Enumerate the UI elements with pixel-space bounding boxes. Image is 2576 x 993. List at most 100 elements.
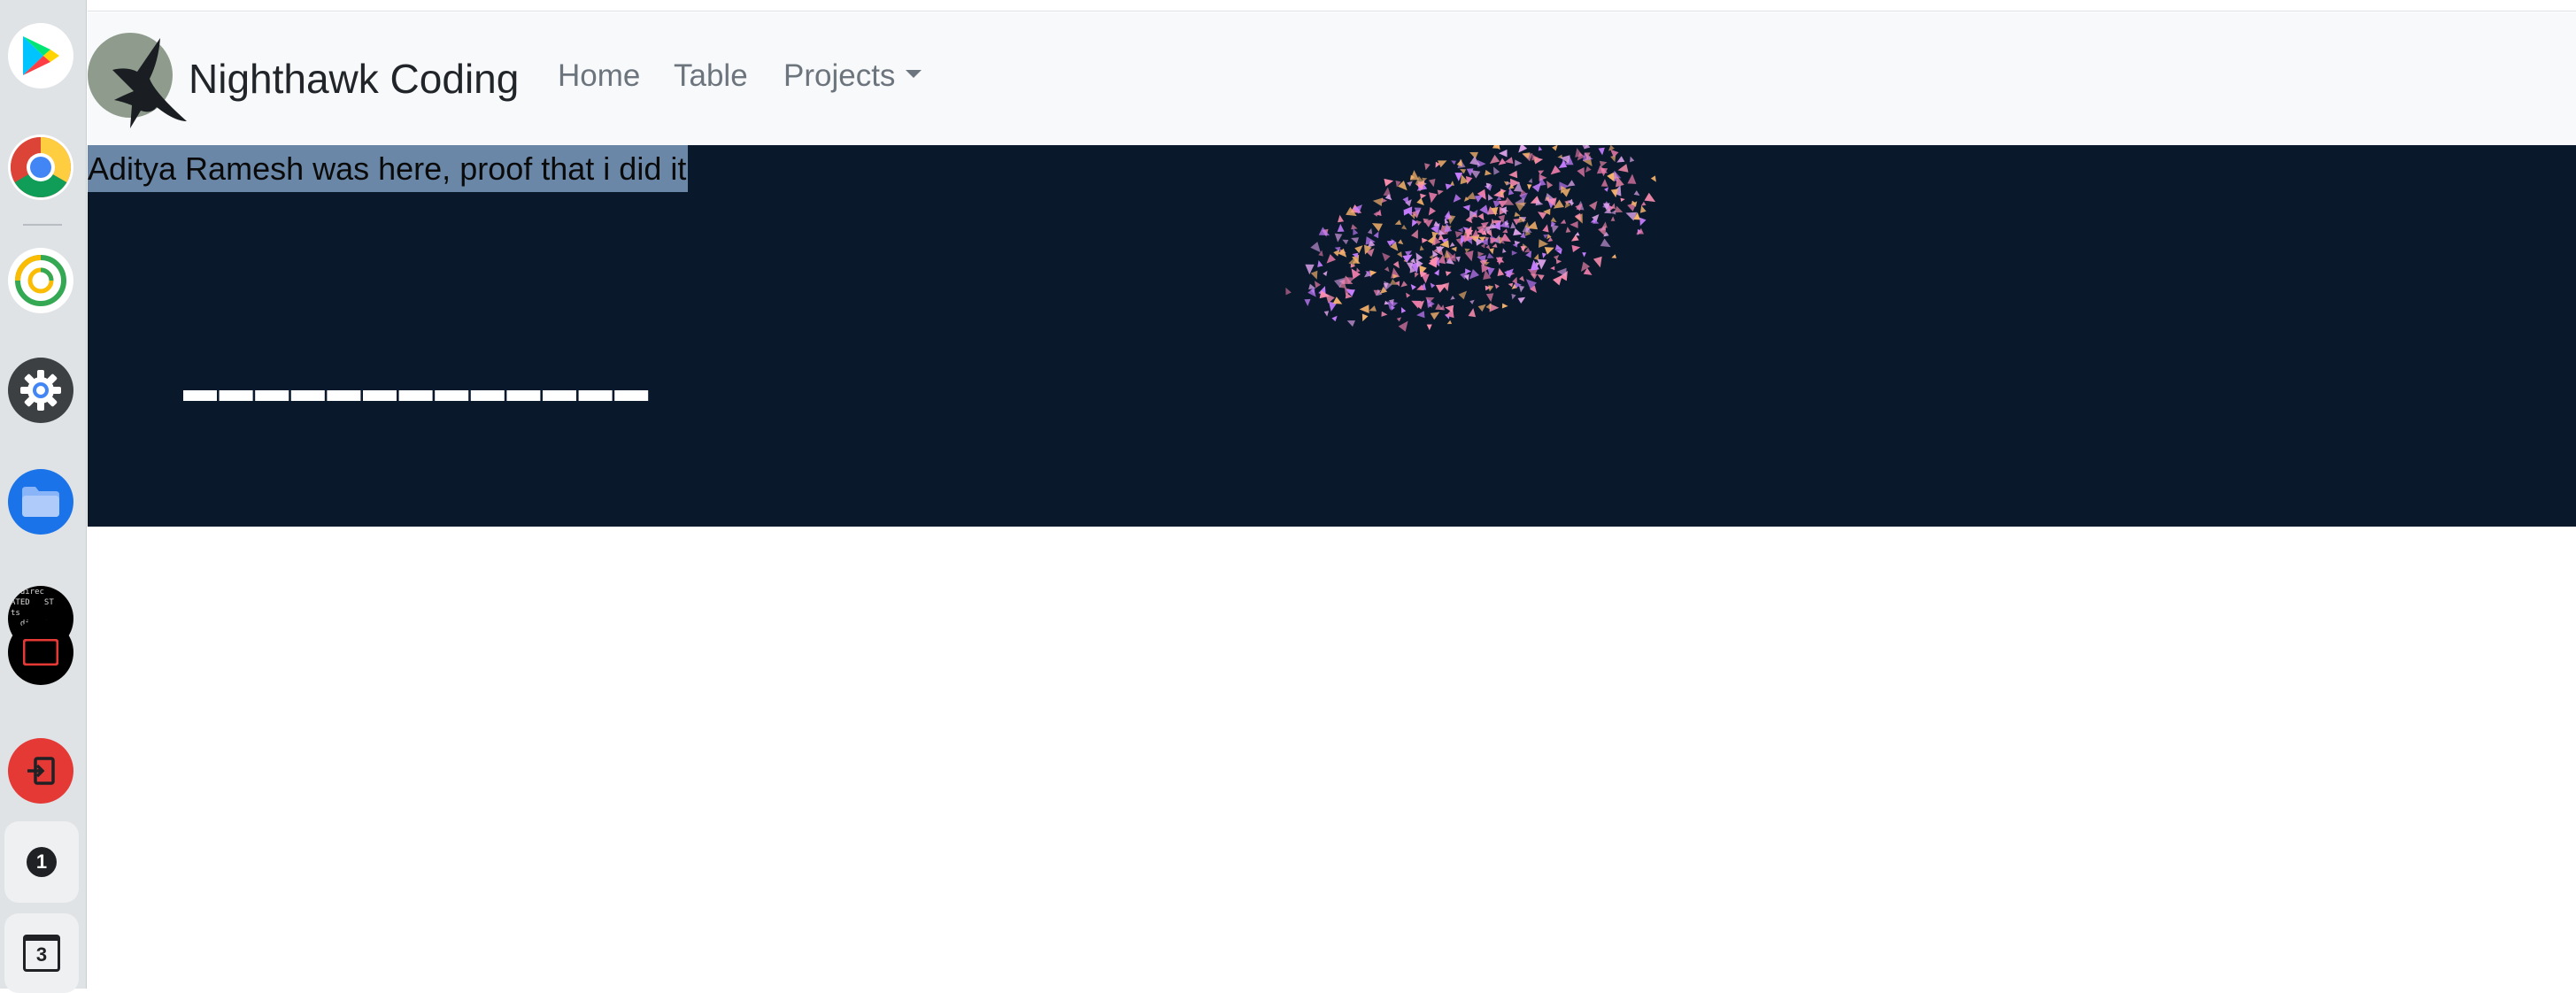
- flock-particle: [1398, 320, 1408, 332]
- flock-particle: [1544, 247, 1554, 255]
- dash-segment: [578, 390, 613, 401]
- flock-particle: [1390, 279, 1398, 285]
- desk-3-badge: 3: [23, 935, 60, 972]
- flock-particle: [1458, 290, 1468, 300]
- flock-particle: [1498, 158, 1507, 166]
- nighthawk-logo[interactable]: [88, 29, 194, 135]
- settings-gear-icon[interactable]: [8, 358, 73, 423]
- brand-name[interactable]: Nighthawk Coding: [189, 55, 519, 103]
- flock-particle: [1550, 266, 1555, 271]
- flock-particle: [1401, 224, 1408, 230]
- flock-particle: [1451, 160, 1456, 166]
- play-store-icon[interactable]: [8, 23, 73, 89]
- flock-particle: [1570, 220, 1578, 228]
- selected-banner-text: Aditya Ramesh was here, proof that i did…: [88, 145, 689, 192]
- flock-particle: [1636, 227, 1644, 235]
- flock-particle: [1604, 187, 1609, 192]
- flock-particle: [1513, 227, 1523, 236]
- flock-particle: [1627, 173, 1637, 184]
- flock-particle: [1474, 195, 1484, 203]
- flock-particle: [1528, 178, 1533, 183]
- flock-particle: [1538, 146, 1543, 151]
- flock-particle: [1416, 311, 1425, 319]
- dash-segment: [183, 390, 217, 401]
- flock-particle: [1556, 258, 1562, 265]
- flock-particle: [1372, 197, 1383, 206]
- nav-table-link[interactable]: Table: [674, 58, 748, 94]
- navbar: Nighthawk Coding Home Table Projects: [88, 12, 2576, 145]
- chrome-icon[interactable]: [8, 135, 73, 200]
- flock-particle: [1428, 207, 1436, 216]
- flock-particle: [1317, 260, 1323, 267]
- flock-particle: [1477, 212, 1485, 221]
- terminal-window-icon[interactable]: [8, 620, 73, 685]
- flock-particle: [1567, 180, 1576, 187]
- flock-particle: [1400, 281, 1408, 288]
- files-folder-icon[interactable]: [8, 469, 73, 535]
- browser-content: Nighthawk Coding Home Table Projects Adi…: [88, 0, 2576, 989]
- flock-particle: [1351, 268, 1361, 280]
- desk-3-button[interactable]: 3: [4, 913, 79, 993]
- flock-particle: [1485, 261, 1490, 266]
- flock-particle: [1555, 249, 1562, 255]
- flock-particle: [1617, 164, 1629, 173]
- nav-home-link[interactable]: Home: [558, 58, 640, 94]
- flock-particle: [1511, 250, 1518, 256]
- flock-particle: [1515, 159, 1523, 166]
- flock-particle: [1524, 221, 1530, 228]
- flock-particle: [1397, 251, 1403, 258]
- flock-particle: [1489, 154, 1500, 164]
- flock-particle: [1518, 145, 1528, 153]
- flock-particle: [1538, 212, 1547, 219]
- dash-segment: [290, 390, 325, 401]
- flock-particle: [1520, 231, 1526, 239]
- flock-particle: [1552, 145, 1558, 151]
- desk-1-button[interactable]: 1: [4, 821, 79, 903]
- nav-projects-dropdown[interactable]: Projects: [783, 58, 922, 94]
- flock-particle: [1465, 176, 1473, 185]
- flock-particle: [1285, 287, 1292, 296]
- flock-particle: [1462, 204, 1470, 212]
- flock-particle: [1542, 252, 1547, 258]
- flock-particle: [1500, 233, 1511, 242]
- flock-particle: [1457, 227, 1463, 233]
- flock-particle: [1318, 227, 1330, 236]
- flock-particle: [1502, 228, 1508, 234]
- flock-particle: [1511, 294, 1516, 300]
- flock-particle: [1630, 156, 1635, 163]
- flock-particle: [1410, 284, 1416, 290]
- flock-particle: [1337, 223, 1345, 232]
- flock-particle: [1508, 282, 1514, 288]
- flock-particle: [1515, 202, 1527, 212]
- dash-segment: [363, 390, 397, 401]
- flock-particle: [1565, 227, 1571, 233]
- flock-particle: [1485, 293, 1494, 303]
- flock-particle: [1582, 252, 1586, 258]
- tracker-app-icon[interactable]: [8, 248, 73, 313]
- flock-particle: [1553, 274, 1562, 286]
- dash-segment: [398, 390, 433, 401]
- desk-1-badge: 1: [27, 847, 57, 877]
- flock-particle: [1518, 285, 1525, 293]
- flock-particle: [1510, 221, 1516, 229]
- flock-particle: [1607, 172, 1615, 182]
- flock-particle: [1369, 270, 1377, 276]
- flock-particle: [1323, 271, 1328, 276]
- flock-particle: [1530, 273, 1538, 280]
- flock-particle: [1359, 304, 1369, 313]
- flock-particle: [1331, 315, 1338, 322]
- flock-particle: [1571, 244, 1581, 253]
- flock-particle: [1415, 272, 1419, 278]
- flock-particle: [1382, 252, 1391, 262]
- exit-app-icon[interactable]: [8, 738, 73, 804]
- flock-particle: [1520, 246, 1526, 252]
- flock-particle: [1486, 252, 1494, 258]
- flock-particle: [1451, 246, 1457, 252]
- particle-flock: [1285, 145, 1656, 332]
- flock-particle: [1610, 149, 1619, 158]
- flock-particle: [1504, 157, 1514, 164]
- flock-particle: [1469, 299, 1475, 304]
- flock-particle: [1633, 190, 1640, 196]
- chevron-down-icon: [906, 70, 922, 79]
- flock-particle: [1394, 219, 1402, 225]
